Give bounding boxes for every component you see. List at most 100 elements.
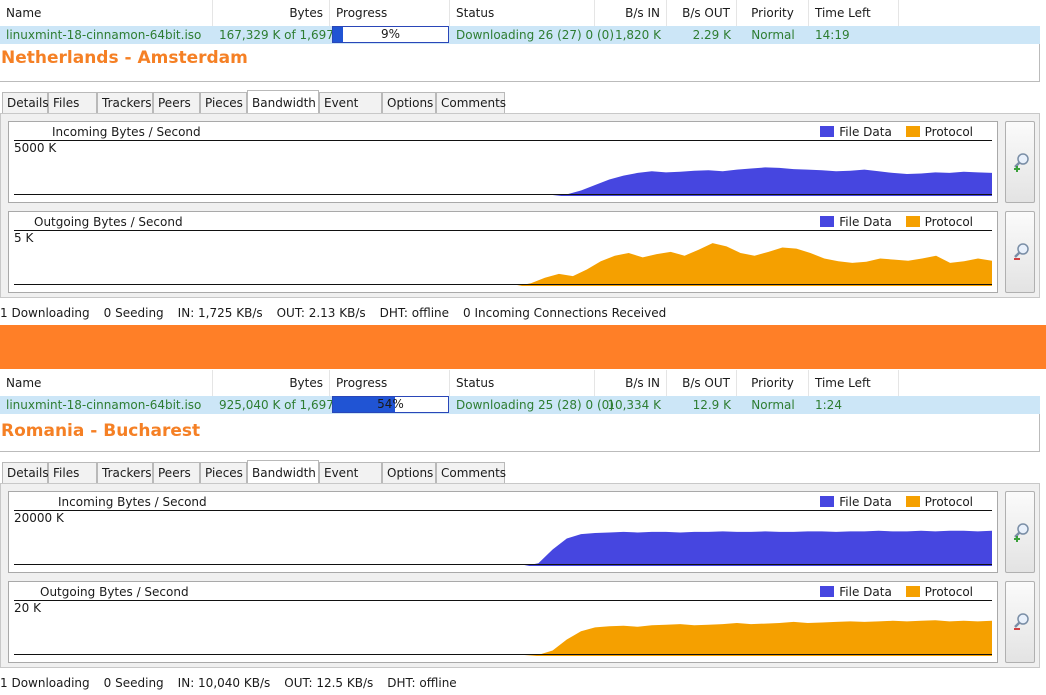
tab-peers[interactable]: Peers [153,462,200,483]
legend-protocol: Protocol [924,215,973,229]
graph-baseline [14,564,992,565]
location-label: Netherlands - Amsterdam [1,48,248,68]
progress-bar: 54% [332,396,449,413]
column-progress[interactable]: Progress [330,370,450,396]
zoom-in-button[interactable] [1005,491,1035,573]
torrent-list: Name Bytes Progress Status B/s IN B/s OU… [0,370,1046,452]
bandwidth-tab-content: Incoming Bytes / Second File Data Protoc… [0,113,1040,298]
graph-title: Incoming Bytes / Second [52,125,201,139]
status-out: OUT: 12.5 KB/s [284,676,374,690]
column-header: Name Bytes Progress Status B/s IN B/s OU… [0,0,1046,26]
zoom-out-icon [1014,243,1029,260]
column-status[interactable]: Status [450,0,595,26]
column-time-left[interactable]: Time Left [809,370,899,396]
torrent-bs-out: 12.9 K [692,398,731,412]
section-divider [0,325,1046,369]
zoom-out-icon [1014,613,1029,630]
tab-pieces[interactable]: Pieces [200,92,247,113]
torrent-time-left: 14:19 [815,28,850,42]
status-connections: 0 Incoming Connections Received [463,306,667,320]
tab-bandwidth[interactable]: Bandwidth [247,90,319,114]
progress-bar: 9% [332,26,449,43]
torrent-priority: Normal [751,398,795,412]
tab-comments[interactable]: Comments [436,92,506,113]
legend-file-data: File Data [839,215,892,229]
tab-files[interactable]: Files [48,462,97,483]
tab-options[interactable]: Options [382,92,436,113]
legend-swatch-protocol [905,496,920,507]
progress-label: 54% [377,397,404,411]
status-in: IN: 1,725 KB/s [177,306,263,320]
column-time-left[interactable]: Time Left [809,0,899,26]
tab-pieces[interactable]: Pieces [200,462,247,483]
tab-peers[interactable]: Peers [153,92,200,113]
torrent-row[interactable]: linuxmint-18-cinnamon-64bit.iso 167,329 … [0,26,1040,44]
incoming-area [14,530,992,566]
graph-baseline [14,194,992,195]
column-name[interactable]: Name [0,370,213,396]
column-priority[interactable]: Priority [737,370,809,396]
zoom-out-button[interactable] [1005,581,1035,663]
status-out: OUT: 2.13 KB/s [276,306,366,320]
outgoing-area [14,620,992,656]
legend-swatch-file-data [820,126,835,137]
tab-details[interactable]: Details [2,462,49,483]
column-name[interactable]: Name [0,0,213,26]
zoom-in-icon [1014,153,1029,172]
torrent-panel-amsterdam: Name Bytes Progress Status B/s IN B/s OU… [0,0,1046,325]
legend-swatch-file-data [820,216,835,227]
bandwidth-area-fill [14,530,992,566]
torrent-bs-in: 10,334 K [607,398,661,412]
column-bs-in[interactable]: B/s IN [595,0,667,26]
bandwidth-area-fill [14,620,992,656]
tab-options[interactable]: Options [382,462,436,483]
zoom-in-icon [1014,523,1029,542]
torrent-time-left: 1:24 [815,398,842,412]
torrent-bytes: 167,329 K of 1,697,90 [219,28,353,42]
torrent-bytes: 925,040 K of 1,697,90 [219,398,353,412]
tab-comments[interactable]: Comments [436,462,506,483]
torrent-name: linuxmint-18-cinnamon-64bit.iso [6,398,202,412]
graph-baseline [14,654,992,655]
legend-swatch-protocol [905,586,920,597]
tab-trackers[interactable]: Trackers [97,462,153,483]
tab-trackers[interactable]: Trackers [97,92,153,113]
legend-swatch-file-data [820,586,835,597]
graph-baseline [14,284,992,285]
graph-title: Incoming Bytes / Second [58,495,207,509]
tab-details[interactable]: Details [2,92,49,113]
legend-file-data: File Data [839,585,892,599]
graph-title: Outgoing Bytes / Second [34,215,183,229]
column-progress[interactable]: Progress [330,0,450,26]
zoom-out-button[interactable] [1005,211,1035,293]
progress-label: 9% [380,27,401,41]
legend-file-data: File Data [839,495,892,509]
column-bytes[interactable]: Bytes [213,0,330,26]
torrent-priority: Normal [751,28,795,42]
legend-protocol: Protocol [924,495,973,509]
tab-bar: Details Files Trackers Peers Pieces Band… [0,460,1046,501]
tab-event-log[interactable]: Event Log [319,462,382,501]
column-bs-in[interactable]: B/s IN [595,370,667,396]
tab-files[interactable]: Files [48,92,97,113]
column-status[interactable]: Status [450,370,595,396]
outgoing-area [14,243,992,286]
column-priority[interactable]: Priority [737,0,809,26]
legend-swatch-protocol [905,216,920,227]
outgoing-graph: Outgoing Bytes / Second File Data Protoc… [8,211,998,293]
torrent-status: Downloading 25 (28) 0 (0) [456,398,614,412]
graph-legend: File Data Protocol [820,585,973,599]
torrent-name: linuxmint-18-cinnamon-64bit.iso [6,28,202,42]
incoming-graph: Incoming Bytes / Second File Data Protoc… [8,491,998,573]
torrent-row[interactable]: linuxmint-18-cinnamon-64bit.iso 925,040 … [0,396,1040,414]
tab-event-log[interactable]: Event Log [319,92,382,131]
tab-bandwidth[interactable]: Bandwidth [247,460,319,484]
column-bytes[interactable]: Bytes [213,370,330,396]
incoming-graph: Incoming Bytes / Second File Data Protoc… [8,121,998,203]
legend-file-data: File Data [839,125,892,139]
column-bs-out[interactable]: B/s OUT [667,0,737,26]
zoom-in-button[interactable] [1005,121,1035,203]
graph-legend: File Data Protocol [820,495,973,509]
column-bs-out[interactable]: B/s OUT [667,370,737,396]
status-downloading: 1 Downloading [0,676,90,690]
